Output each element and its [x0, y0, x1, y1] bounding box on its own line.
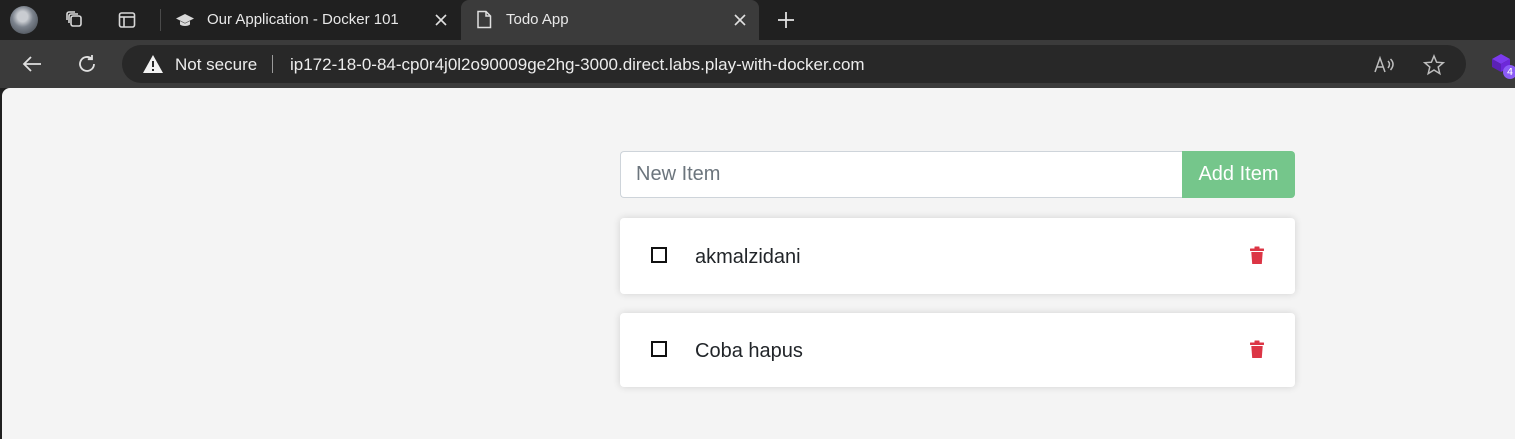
address-divider: [272, 55, 273, 73]
new-item-input[interactable]: [620, 151, 1183, 198]
profile-avatar[interactable]: [10, 6, 38, 34]
tab-docker-101[interactable]: Our Application - Docker 101: [165, 0, 460, 40]
reload-icon[interactable]: [73, 50, 101, 78]
new-tab-icon[interactable]: [772, 6, 800, 34]
tab-strip-divider: [160, 9, 161, 31]
todo-item-name: Coba hapus: [695, 340, 803, 362]
todo-item: Coba hapus: [620, 313, 1295, 387]
tab-todo-app[interactable]: Todo App: [461, 0, 759, 40]
tab-title: Our Application - Docker 101: [207, 11, 399, 28]
extension-badge: 4: [1503, 65, 1515, 79]
security-label[interactable]: Not secure: [175, 55, 257, 75]
checkbox-icon[interactable]: [650, 340, 668, 358]
page-viewport: Add Item akmalzidani Coba hapus: [2, 88, 1515, 439]
url-text[interactable]: ip172-18-0-84-cp0r4j0l2o90009ge2hg-3000.…: [290, 55, 865, 75]
warning-icon[interactable]: [142, 54, 164, 79]
address-bar[interactable]: Not secure ip172-18-0-84-cp0r4j0l2o90009…: [122, 45, 1466, 83]
close-tab-icon[interactable]: [730, 10, 750, 30]
extension-icon[interactable]: 4: [1490, 53, 1515, 81]
workspaces-icon[interactable]: [61, 6, 89, 34]
todo-item: akmalzidani: [620, 218, 1295, 294]
browser-toolbar: Not secure ip172-18-0-84-cp0r4j0l2o90009…: [0, 40, 1515, 88]
graduation-cap-icon: [175, 11, 195, 34]
checkbox-icon[interactable]: [650, 246, 668, 264]
favorite-star-icon[interactable]: [1422, 53, 1446, 77]
close-tab-icon[interactable]: [431, 10, 451, 30]
tab-actions-icon[interactable]: [113, 6, 141, 34]
tab-strip: Our Application - Docker 101 Todo App: [0, 0, 1515, 40]
add-item-button[interactable]: Add Item: [1182, 151, 1295, 198]
trash-icon[interactable]: [1248, 339, 1266, 359]
page-icon: [476, 10, 492, 34]
trash-icon[interactable]: [1248, 245, 1266, 265]
read-aloud-icon[interactable]: [1372, 53, 1396, 77]
todo-item-name: akmalzidani: [695, 246, 801, 268]
tab-title: Todo App: [506, 11, 569, 28]
back-arrow-icon[interactable]: [18, 50, 46, 78]
